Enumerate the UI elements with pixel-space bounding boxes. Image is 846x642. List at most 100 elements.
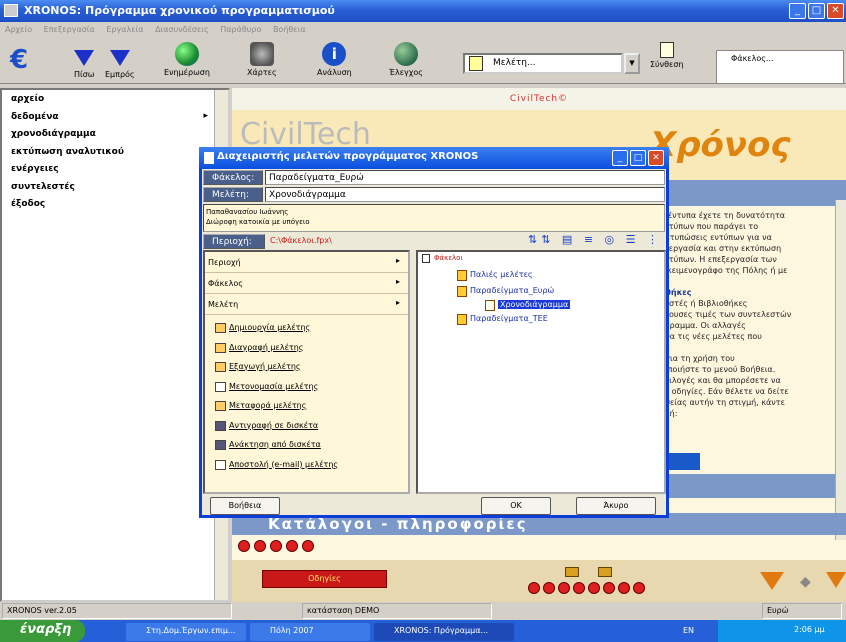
tree-root[interactable]: Φάκελοι — [434, 254, 463, 262]
dialog-maximize-button[interactable]: □ — [630, 150, 646, 166]
update-button[interactable]: Ενημέρωση — [164, 42, 210, 77]
menu-row-area[interactable]: Περιοχή ▸ — [205, 252, 408, 273]
forward-button[interactable]: Εμπρός — [105, 42, 135, 79]
page-circle-icon[interactable] — [543, 582, 555, 594]
euro-icon[interactable]: € — [10, 45, 28, 75]
info-text: ά έντυπα έχετε τη δυνατότητα εντύπων που … — [660, 211, 792, 418]
back-button[interactable]: Πίσω — [74, 42, 95, 79]
study-label: Μελέτη: — [203, 187, 263, 202]
chevron-right-icon: ▸ — [395, 298, 400, 307]
down-triangle-icon[interactable] — [826, 572, 846, 588]
sidebar-item-exit[interactable]: έξοδος — [2, 195, 228, 213]
menu-edit[interactable]: Επεξεργασία — [44, 25, 95, 34]
synthesis-button[interactable]: Σύνθεση — [650, 42, 684, 69]
decor-icon: ◆ — [800, 574, 811, 590]
email-study-link[interactable]: Αποστολή (e-mail) μελέτης — [215, 457, 408, 477]
page-circle-icon[interactable] — [573, 582, 585, 594]
page-circle-icon[interactable] — [528, 582, 540, 594]
sidebar-item-data[interactable]: δεδομένα ▸ — [2, 108, 228, 126]
start-button[interactable]: έναρξη — [0, 620, 85, 642]
statusbar: XRONOS ver.2.05 κατάσταση DEMO Ευρώ — [0, 602, 846, 620]
combo-dropdown-button[interactable]: ▼ — [624, 53, 640, 74]
tree-node-examples-euro[interactable]: Παραδείγματα_Ευρώ — [457, 286, 554, 297]
actions-panel: Περιοχή ▸ Φάκελος ▸ Μελέτη ▸ Δημιουργία μελ… — [203, 250, 410, 494]
nav-circle-icon[interactable] — [286, 540, 298, 552]
folder-icon[interactable] — [598, 567, 612, 577]
copy-floppy-link[interactable]: Αντιγραφή σε δισκέτα — [215, 418, 408, 438]
task-button[interactable]: Στη.Δομ.Έργων.επιμ... — [126, 623, 246, 641]
page-circle-icon[interactable] — [633, 582, 645, 594]
tree-node-schedule-selected[interactable]: Χρονοδιάγραμμα — [485, 300, 571, 311]
content-scrollbar[interactable] — [835, 200, 846, 540]
app-icon[interactable] — [4, 4, 18, 17]
minimize-button[interactable]: _ — [789, 3, 806, 19]
analysis-icon: i — [322, 42, 347, 66]
check-icon — [393, 42, 418, 66]
sort-view-icons[interactable]: ⇅⇅ ▤ ≡ ◎ ☰ ⋮ — [528, 233, 662, 246]
page-circle-icon[interactable] — [558, 582, 570, 594]
rename-study-link[interactable]: Μετονομασία μελέτης — [215, 379, 408, 399]
maximize-button[interactable]: □ — [808, 3, 825, 19]
task-button[interactable]: Πόλη 2007 — [250, 623, 370, 641]
chevron-right-icon: ▸ — [203, 110, 208, 121]
tree-node-old[interactable]: Παλιές μελέτες — [457, 270, 533, 281]
delete-study-link[interactable]: Διαγραφή μελέτης — [215, 340, 408, 360]
close-button[interactable]: ✕ — [827, 3, 844, 19]
menu-file[interactable]: Αρχείο — [5, 25, 32, 34]
analysis-button[interactable]: i Ανάλυση — [317, 42, 352, 77]
study-field[interactable]: Χρονοδιάγραμμα — [265, 187, 665, 202]
menu-window[interactable]: Παράθυρο — [220, 25, 261, 34]
document-icon — [485, 300, 495, 311]
sidebar-item-coefficients[interactable]: συντελεστές — [2, 178, 228, 196]
tree-node-examples-tee[interactable]: Παραδείγματα_ΤΕΕ — [457, 314, 548, 325]
export-study-link[interactable]: Εξαγωγή μελέτης — [215, 359, 408, 379]
page-circle-icon[interactable] — [618, 582, 630, 594]
new-folder-icon — [215, 323, 226, 333]
folder-label: Φάκελος: — [203, 170, 263, 185]
menu-row-folder[interactable]: Φάκελος ▸ — [205, 273, 408, 294]
create-study-link[interactable]: Δημιουργία μελέτης — [215, 320, 408, 340]
floppy-icon — [215, 420, 226, 431]
sidebar-item-actions[interactable]: ενέργειες — [2, 160, 228, 178]
check-button[interactable]: Έλεγχος — [389, 42, 423, 77]
folder-field[interactable]: Παραδείγματα_Ευρώ — [265, 170, 665, 185]
window-titlebar: XRONOS: Πρόγραμμα χρονικού προγραμματισμ… — [0, 0, 846, 22]
nav-circle-icon[interactable] — [302, 540, 314, 552]
menubar: Αρχείο Επεξεργασία Εργαλεία Διασυνδέσεις… — [0, 22, 846, 38]
status-mode: κατάσταση DEMO — [302, 603, 492, 619]
dialog-minimize-button[interactable]: _ — [612, 150, 628, 166]
study-combo[interactable]: Μελέτη... — [463, 53, 623, 74]
window-title: XRONOS: Πρόγραμμα χρονικού προγραμματισμ… — [24, 4, 335, 17]
menu-links[interactable]: Διασυνδέσεις — [155, 25, 209, 34]
task-button-active[interactable]: XRONOS: Πρόγραμμα... — [374, 623, 514, 641]
page-circle-icon[interactable] — [588, 582, 600, 594]
ok-button[interactable]: OK — [481, 497, 551, 515]
nav-circle-icon[interactable] — [254, 540, 266, 552]
area-path: C:\Φάκελοι.fpx\ — [270, 236, 332, 245]
folder-box[interactable]: Φάκελος... — [716, 50, 844, 84]
sidebar-item-print[interactable]: εκτύπωση αναλυτικού — [2, 143, 228, 161]
down-triangle-icon[interactable] — [760, 572, 784, 590]
chevron-right-icon: ▸ — [395, 256, 400, 265]
help-button[interactable]: Βοήθεια — [210, 497, 280, 515]
language-indicator[interactable]: EN — [683, 626, 694, 635]
menu-tools[interactable]: Εργαλεία — [106, 25, 143, 34]
charts-button[interactable]: Χάρτες — [247, 42, 277, 77]
menu-row-study[interactable]: Μελέτη ▸ — [205, 294, 408, 315]
page-circle-icon[interactable] — [603, 582, 615, 594]
info-strip — [660, 474, 846, 498]
sidebar-item-file[interactable]: αρχείο — [2, 90, 228, 108]
nav-circle-icon[interactable] — [238, 540, 250, 552]
document-icon — [469, 56, 483, 71]
cancel-button[interactable]: Άκυρο — [576, 497, 656, 515]
menu-help[interactable]: Βοήθεια — [273, 25, 306, 34]
xronos-logo: Χρόνος — [650, 125, 791, 165]
sidebar-item-schedule[interactable]: χρονοδιάγραμμα — [2, 125, 228, 143]
dialog-close-button[interactable]: ✕ — [648, 150, 664, 166]
folder-icon[interactable] — [565, 567, 579, 577]
instructions-button[interactable]: Οδηγίες — [262, 570, 387, 588]
delete-icon — [215, 342, 226, 353]
nav-circle-icon[interactable] — [270, 540, 282, 552]
move-study-link[interactable]: Μεταφορά μελέτης — [215, 398, 408, 418]
restore-floppy-link[interactable]: Ανάκτηση από δισκέτα — [215, 437, 408, 457]
